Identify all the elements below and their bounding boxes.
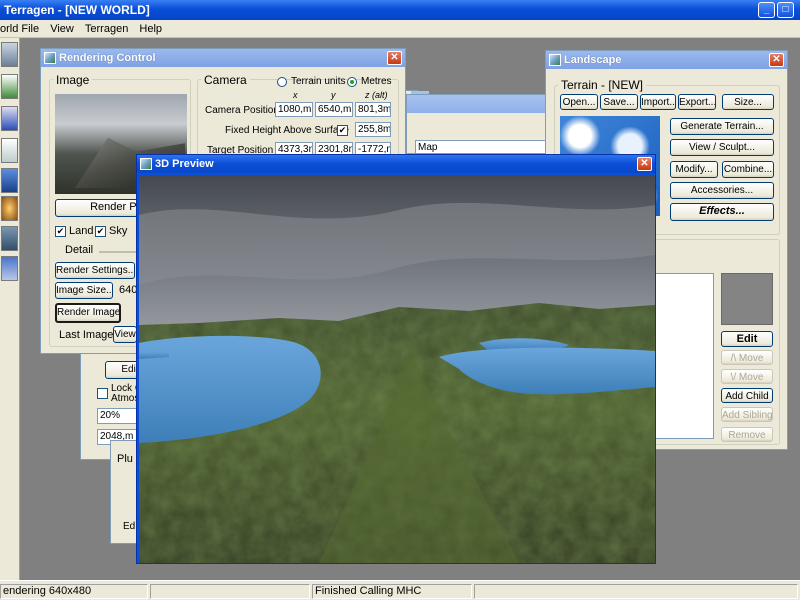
move-down-button[interactable]: \/ Move	[721, 369, 773, 384]
cloud-tool-icon[interactable]	[1, 256, 18, 281]
percent-field[interactable]: 20%	[97, 408, 141, 424]
detail-label: Detail	[65, 244, 94, 256]
metres-label: Metres	[361, 76, 392, 87]
status-message: Finished Calling MHC	[312, 584, 472, 599]
terrain-units-label: Terrain units	[291, 76, 346, 87]
map-window-titlebar	[407, 95, 555, 113]
fixed-height-field[interactable]: 255,8m	[355, 122, 391, 137]
modify-button[interactable]: Modify...	[670, 161, 718, 178]
map-window: Map	[406, 94, 556, 154]
lock-camera-checkbox[interactable]	[97, 388, 108, 399]
landscape-tool-icon[interactable]	[1, 42, 18, 67]
preview-3d-titlebar: 3D Preview ✕	[137, 155, 655, 173]
menu-help[interactable]: Help	[135, 20, 166, 38]
sky-tool-icon[interactable]	[1, 138, 18, 163]
terrain-units-radio[interactable]	[277, 77, 287, 87]
surface-color-swatch	[721, 273, 773, 325]
column-x-label: x	[293, 90, 298, 100]
surface-edit-button[interactable]: Edit	[721, 331, 773, 347]
map-field[interactable]: Map	[415, 140, 550, 154]
terrain-export-button[interactable]: Export...	[678, 94, 716, 110]
status-blank-cell	[150, 584, 310, 599]
terrain-tool-icon[interactable]	[1, 74, 18, 99]
rendering-close-button[interactable]: ✕	[387, 51, 402, 65]
water-tool-icon[interactable]	[1, 106, 18, 131]
last-image-label: Last Image:	[59, 329, 117, 341]
image-group-label: Image	[53, 73, 93, 87]
menu-terragen[interactable]: Terragen	[81, 20, 132, 38]
preview-3d-window: 3D Preview ✕	[136, 154, 656, 564]
preview-3d-title: 3D Preview	[155, 158, 214, 170]
camera-y-field[interactable]: 6540,m	[315, 102, 353, 117]
sky-checkbox[interactable]: ✔	[95, 226, 106, 237]
app-title: Terragen - [NEW WORLD]	[4, 3, 150, 17]
render-image-button[interactable]: Render Image	[55, 303, 121, 323]
landscape-close-button[interactable]: ✕	[769, 53, 784, 67]
camera-position-label: Camera Position	[205, 105, 279, 116]
metres-radio[interactable]	[347, 77, 357, 87]
terrain-render	[139, 175, 655, 563]
app-titlebar: Terragen - [NEW WORLD] _ □	[0, 0, 800, 20]
fixed-height-label: Fixed Height Above Surface	[225, 125, 349, 136]
detail-slider[interactable]	[99, 251, 139, 253]
menu-world-file[interactable]: orld File	[0, 20, 43, 38]
render-settings-button[interactable]: Render Settings...	[55, 262, 135, 279]
view-sculpt-button[interactable]: View / Sculpt...	[670, 139, 774, 156]
image-size-value: 640	[119, 284, 138, 296]
status-render-size: endering 640x480	[0, 584, 148, 599]
landscape-window-icon	[549, 54, 561, 66]
render-tool-icon[interactable]	[1, 226, 18, 251]
camera-group-label: Camera	[201, 73, 250, 87]
view-last-image-button[interactable]: View	[113, 326, 137, 343]
maximize-button[interactable]: □	[777, 2, 794, 18]
menu-view[interactable]: View	[46, 20, 78, 38]
minimize-button[interactable]: _	[758, 2, 775, 18]
rendering-control-titlebar: Rendering Control ✕	[41, 49, 405, 67]
terrain-save-button[interactable]: Save...	[600, 94, 638, 110]
move-up-button[interactable]: /\ Move	[721, 350, 773, 365]
terrain-size-button[interactable]: Size...	[722, 94, 774, 110]
column-y-label: y	[331, 90, 336, 100]
status-bar: endering 640x480 Finished Calling MHC	[0, 580, 800, 600]
terrain-open-button[interactable]: Open...	[560, 94, 598, 110]
camera-x-field[interactable]: 1080,m	[275, 102, 313, 117]
fixed-height-checkbox[interactable]: ✔	[337, 125, 348, 136]
ed-label: Ed	[123, 521, 136, 532]
preview-3d-viewport[interactable]	[139, 175, 655, 563]
plu-label: Plu	[117, 453, 133, 465]
preview-window-icon	[140, 158, 152, 170]
accessories-button[interactable]: Accessories...	[670, 182, 774, 199]
menu-bar: orld File View Terragen Help	[0, 20, 800, 38]
land-label: Land	[69, 225, 94, 237]
add-child-button[interactable]: Add Child	[721, 388, 773, 403]
rendering-control-title: Rendering Control	[59, 52, 156, 64]
effects-button[interactable]: Effects...	[670, 203, 774, 221]
atmosphere-tool-icon[interactable]	[1, 168, 18, 193]
terrain-import-button[interactable]: Import...	[640, 94, 676, 110]
preview-close-button[interactable]: ✕	[637, 157, 652, 171]
sky-label: Sky	[109, 225, 128, 237]
image-size-button[interactable]: Image Size...	[55, 282, 113, 299]
combine-button[interactable]: Combine...	[722, 161, 774, 178]
rendering-window-icon	[44, 52, 56, 64]
landscape-title: Landscape	[564, 54, 622, 66]
landscape-titlebar: Landscape ✕	[546, 51, 787, 69]
remove-button[interactable]: Remove	[721, 427, 773, 442]
add-sibling-button[interactable]: Add Sibling	[721, 407, 773, 422]
left-toolbar	[0, 38, 20, 580]
terrain-group-label: Terrain - [NEW]	[558, 78, 647, 92]
sun-tool-icon[interactable]	[1, 196, 18, 221]
land-checkbox[interactable]: ✔	[55, 226, 66, 237]
generate-terrain-button[interactable]: Generate Terrain...	[670, 118, 774, 135]
status-right-cell	[474, 584, 798, 599]
camera-z-field[interactable]: 801,3m	[355, 102, 391, 117]
column-z-label: z (alt)	[365, 90, 388, 100]
